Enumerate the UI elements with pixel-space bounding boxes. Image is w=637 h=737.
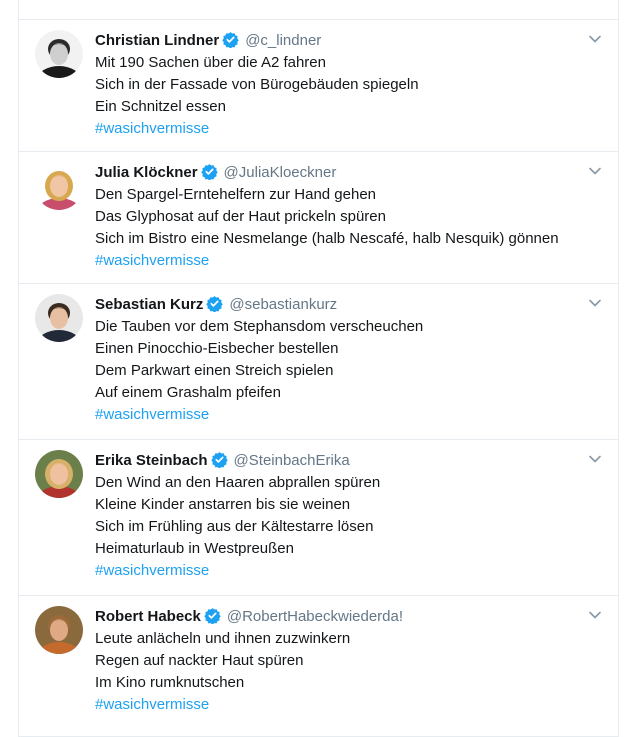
tweet-header: Christian Lindner @c_lindner	[95, 30, 578, 52]
avatar[interactable]	[35, 30, 83, 78]
avatar[interactable]	[35, 606, 83, 654]
author-name[interactable]: Sebastian Kurz	[95, 296, 203, 313]
tweet-text-line: Regen auf nackter Haut spüren	[95, 652, 304, 669]
tweet-header: Robert Habeck @RobertHabeckwiederda!	[95, 606, 578, 628]
hashtag-link[interactable]: #wasichvermisse	[95, 404, 578, 426]
tweet-text: Den Wind an den Haaren abprallen spüren K…	[95, 472, 578, 582]
hashtag-link[interactable]: #wasichvermisse	[95, 694, 578, 716]
tweet-text-line: Die Tauben vor dem Stephansdom verscheuc…	[95, 318, 424, 335]
tweet[interactable]: Christian Lindner @c_lindner Mit 190 Sache…	[19, 20, 618, 152]
chevron-down-icon[interactable]	[586, 450, 604, 468]
tweet-text-line: Im Kino rumknutschen	[95, 674, 245, 691]
avatar[interactable]	[35, 162, 83, 210]
tweet-header: Julia Klöckner @JuliaKloeckner	[95, 162, 578, 184]
tweet-header: Erika Steinbach @SteinbachErika	[95, 450, 578, 472]
tweet[interactable]: Erika Steinbach @SteinbachErika Den Wind a…	[19, 440, 618, 596]
avatar[interactable]	[35, 450, 83, 498]
tweet-text-line: Heimaturlaub in Westpreußen	[95, 540, 294, 557]
tweet[interactable]: Sebastian Kurz @sebastiankurz Die Tauben v…	[19, 284, 618, 440]
tweet-text: Leute anlächeln und ihnen zuzwinkern Rege…	[95, 628, 578, 716]
hashtag-link[interactable]: #wasichvermisse	[95, 250, 578, 272]
author-handle[interactable]: @c_lindner	[245, 32, 321, 49]
tweet-feed: Christian Lindner @c_lindner Mit 190 Sache…	[18, 0, 619, 737]
avatar[interactable]	[35, 294, 83, 342]
author-name[interactable]: Julia Klöckner	[95, 164, 198, 181]
tweet-text-line: Dem Parkwart einen Streich spielen	[95, 362, 334, 379]
feed-top-spacer	[19, 0, 618, 20]
tweet-text-line: Sich im Bistro eine Nesmelange (halb Nes…	[95, 230, 559, 247]
author-handle[interactable]: @RobertHabeckwiederda!	[227, 608, 403, 625]
author-handle[interactable]: @JuliaKloeckner	[224, 164, 337, 181]
author-handle[interactable]: @SteinbachErika	[234, 452, 350, 469]
tweet-text-line: Einen Pinocchio-Eisbecher bestellen	[95, 340, 339, 357]
tweet[interactable]: Julia Klöckner @JuliaKloeckner Den Spargel…	[19, 152, 618, 284]
hashtag-link[interactable]: #wasichvermisse	[95, 118, 578, 140]
tweet-text-line: Das Glyphosat auf der Haut prickeln spür…	[95, 208, 386, 225]
author-name[interactable]: Robert Habeck	[95, 608, 201, 625]
chevron-down-icon[interactable]	[586, 294, 604, 312]
tweet-text-line: Mit 190 Sachen über die A2 fahren	[95, 54, 326, 71]
author-name[interactable]: Christian Lindner	[95, 32, 219, 49]
tweet-text-line: Sich in der Fassade von Bürogebäuden spi…	[95, 76, 419, 93]
chevron-down-icon[interactable]	[586, 606, 604, 624]
tweet-text-line: Sich im Frühling aus der Kältestarre lös…	[95, 518, 374, 535]
tweet-text-line: Ein Schnitzel essen	[95, 98, 226, 115]
tweet-text: Mit 190 Sachen über die A2 fahren Sich in…	[95, 52, 578, 140]
tweet-text-line: Auf einem Grashalm pfeifen	[95, 384, 281, 401]
chevron-down-icon[interactable]	[586, 162, 604, 180]
tweet-text-line: Den Wind an den Haaren abprallen spüren	[95, 474, 381, 491]
tweet-text-line: Den Spargel-Erntehelfern zur Hand gehen	[95, 186, 377, 203]
author-handle[interactable]: @sebastiankurz	[229, 296, 337, 313]
chevron-down-icon[interactable]	[586, 30, 604, 48]
tweet-text-line: Leute anlächeln und ihnen zuzwinkern	[95, 630, 351, 647]
tweet[interactable]: Robert Habeck @RobertHabeckwiederda! Leute…	[19, 596, 618, 737]
tweet-header: Sebastian Kurz @sebastiankurz	[95, 294, 578, 316]
tweet-text: Die Tauben vor dem Stephansdom verscheuc…	[95, 316, 578, 426]
author-name[interactable]: Erika Steinbach	[95, 452, 208, 469]
tweet-text-line: Kleine Kinder anstarren bis sie weinen	[95, 496, 351, 513]
hashtag-link[interactable]: #wasichvermisse	[95, 560, 578, 582]
tweet-text: Den Spargel-Erntehelfern zur Hand gehen D…	[95, 184, 578, 272]
